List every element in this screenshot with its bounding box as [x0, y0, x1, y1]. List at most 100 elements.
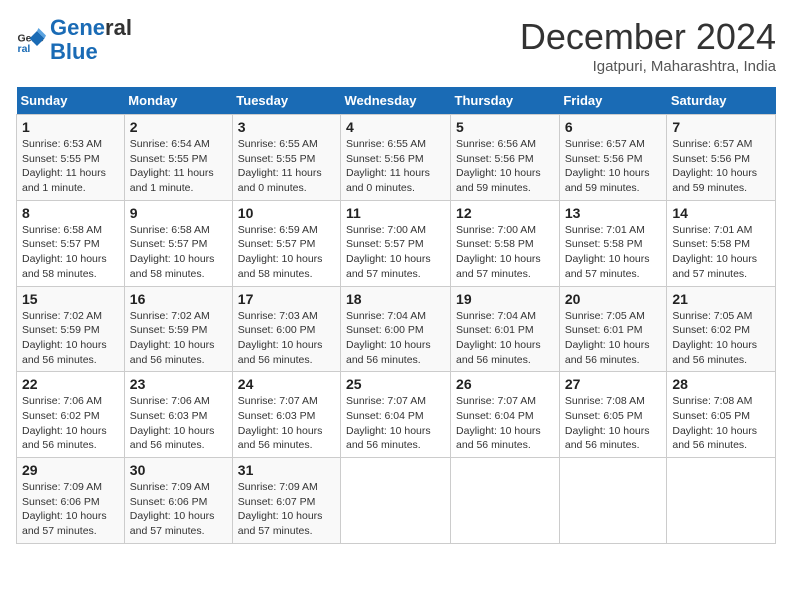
- calendar-cell: 24 Sunrise: 7:07 AMSunset: 6:03 PMDayligh…: [232, 372, 340, 458]
- day-number: 17: [238, 291, 335, 307]
- day-info: Sunrise: 7:07 AMSunset: 6:04 PMDaylight:…: [456, 394, 554, 453]
- calendar-cell: 9Sunrise: 6:58 AMSunset: 5:57 PMDaylight…: [124, 200, 232, 286]
- calendar-cell: 22 Sunrise: 7:06 AMSunset: 6:02 PMDayligh…: [17, 372, 125, 458]
- day-number: 13: [565, 205, 662, 221]
- day-number: 27: [565, 376, 662, 392]
- day-info: Sunrise: 7:08 AMSunset: 6:05 PMDaylight:…: [565, 394, 662, 453]
- calendar-cell: 18 Sunrise: 7:04 AMSunset: 6:00 PMDayligh…: [341, 286, 451, 372]
- day-info: Sunrise: 7:09 AMSunset: 6:07 PMDaylight:…: [238, 480, 335, 539]
- week-row-3: 15 Sunrise: 7:02 AMSunset: 5:59 PMDayligh…: [17, 286, 776, 372]
- day-number: 11: [346, 205, 445, 221]
- day-number: 30: [130, 462, 227, 478]
- day-number: 18: [346, 291, 445, 307]
- calendar-cell: 27 Sunrise: 7:08 AMSunset: 6:05 PMDayligh…: [559, 372, 667, 458]
- day-info: Sunrise: 7:06 AMSunset: 6:03 PMDaylight:…: [130, 394, 227, 453]
- calendar-table: SundayMondayTuesdayWednesdayThursdayFrid…: [16, 87, 776, 544]
- day-info: Sunrise: 6:57 AMSunset: 5:56 PMDaylight:…: [672, 137, 770, 196]
- day-info: Sunrise: 7:09 AMSunset: 6:06 PMDaylight:…: [22, 480, 119, 539]
- day-number: 10: [238, 205, 335, 221]
- day-number: 16: [130, 291, 227, 307]
- day-info: Sunrise: 6:57 AMSunset: 5:56 PMDaylight:…: [565, 137, 662, 196]
- day-info: Sunrise: 7:05 AMSunset: 6:02 PMDaylight:…: [672, 309, 770, 368]
- location: Igatpuri, Maharashtra, India: [520, 58, 776, 75]
- day-number: 7: [672, 119, 770, 135]
- calendar-cell: 6 Sunrise: 6:57 AMSunset: 5:56 PMDaylight…: [559, 115, 667, 201]
- svg-text:ral: ral: [18, 43, 31, 55]
- day-info: Sunrise: 7:00 AMSunset: 5:57 PMDaylight:…: [346, 223, 445, 282]
- logo-name-line2: Blue: [50, 40, 132, 64]
- day-number: 29: [22, 462, 119, 478]
- day-number: 22: [22, 376, 119, 392]
- day-number: 14: [672, 205, 770, 221]
- day-number: 5: [456, 119, 554, 135]
- calendar-cell: 11 Sunrise: 7:00 AMSunset: 5:57 PMDayligh…: [341, 200, 451, 286]
- calendar-cell: 10 Sunrise: 6:59 AMSunset: 5:57 PMDayligh…: [232, 200, 340, 286]
- calendar-cell: 30Sunrise: 7:09 AMSunset: 6:06 PMDayligh…: [124, 458, 232, 544]
- calendar-cell: 14 Sunrise: 7:01 AMSunset: 5:58 PMDayligh…: [667, 200, 776, 286]
- day-info: Sunrise: 6:58 AMSunset: 5:57 PMDaylight:…: [22, 223, 119, 282]
- calendar-cell: 20 Sunrise: 7:05 AMSunset: 6:01 PMDayligh…: [559, 286, 667, 372]
- day-info: Sunrise: 7:02 AMSunset: 5:59 PMDaylight:…: [130, 309, 227, 368]
- day-number: 4: [346, 119, 445, 135]
- header-row: SundayMondayTuesdayWednesdayThursdayFrid…: [17, 87, 776, 115]
- header-day-thursday: Thursday: [451, 87, 560, 115]
- header: Gene ral General Blue December 2024 Igat…: [16, 16, 776, 75]
- calendar-cell: [559, 458, 667, 544]
- day-number: 24: [238, 376, 335, 392]
- day-number: 8: [22, 205, 119, 221]
- calendar-cell: 21 Sunrise: 7:05 AMSunset: 6:02 PMDayligh…: [667, 286, 776, 372]
- day-number: 21: [672, 291, 770, 307]
- day-info: Sunrise: 6:55 AMSunset: 5:56 PMDaylight:…: [346, 137, 445, 196]
- day-info: Sunrise: 7:07 AMSunset: 6:03 PMDaylight:…: [238, 394, 335, 453]
- day-number: 1: [22, 119, 119, 135]
- calendar-cell: 28 Sunrise: 7:08 AMSunset: 6:05 PMDayligh…: [667, 372, 776, 458]
- title-block: December 2024 Igatpuri, Maharashtra, Ind…: [520, 16, 776, 75]
- day-info: Sunrise: 7:00 AMSunset: 5:58 PMDaylight:…: [456, 223, 554, 282]
- day-info: Sunrise: 7:03 AMSunset: 6:00 PMDaylight:…: [238, 309, 335, 368]
- day-info: Sunrise: 7:01 AMSunset: 5:58 PMDaylight:…: [565, 223, 662, 282]
- logo-name-line1: General: [50, 16, 132, 40]
- day-info: Sunrise: 7:04 AMSunset: 6:00 PMDaylight:…: [346, 309, 445, 368]
- day-info: Sunrise: 7:05 AMSunset: 6:01 PMDaylight:…: [565, 309, 662, 368]
- day-info: Sunrise: 7:04 AMSunset: 6:01 PMDaylight:…: [456, 309, 554, 368]
- day-info: Sunrise: 6:53 AMSunset: 5:55 PMDaylight:…: [22, 137, 119, 196]
- calendar-cell: [451, 458, 560, 544]
- header-day-friday: Friday: [559, 87, 667, 115]
- calendar-cell: 29 Sunrise: 7:09 AMSunset: 6:06 PMDayligh…: [17, 458, 125, 544]
- header-day-monday: Monday: [124, 87, 232, 115]
- month-title: December 2024: [520, 16, 776, 58]
- day-info: Sunrise: 7:06 AMSunset: 6:02 PMDaylight:…: [22, 394, 119, 453]
- day-info: Sunrise: 6:55 AMSunset: 5:55 PMDaylight:…: [238, 137, 335, 196]
- week-row-4: 22 Sunrise: 7:06 AMSunset: 6:02 PMDayligh…: [17, 372, 776, 458]
- day-number: 20: [565, 291, 662, 307]
- day-number: 28: [672, 376, 770, 392]
- day-info: Sunrise: 7:08 AMSunset: 6:05 PMDaylight:…: [672, 394, 770, 453]
- calendar-cell: 1 Sunrise: 6:53 AMSunset: 5:55 PMDaylight…: [17, 115, 125, 201]
- calendar-cell: 13 Sunrise: 7:01 AMSunset: 5:58 PMDayligh…: [559, 200, 667, 286]
- day-info: Sunrise: 7:01 AMSunset: 5:58 PMDaylight:…: [672, 223, 770, 282]
- day-number: 9: [130, 205, 227, 221]
- header-day-tuesday: Tuesday: [232, 87, 340, 115]
- calendar-cell: 4 Sunrise: 6:55 AMSunset: 5:56 PMDaylight…: [341, 115, 451, 201]
- day-number: 31: [238, 462, 335, 478]
- header-day-saturday: Saturday: [667, 87, 776, 115]
- day-number: 19: [456, 291, 554, 307]
- logo: Gene ral General Blue: [16, 16, 132, 64]
- calendar-cell: 3 Sunrise: 6:55 AMSunset: 5:55 PMDaylight…: [232, 115, 340, 201]
- calendar-cell: 17 Sunrise: 7:03 AMSunset: 6:00 PMDayligh…: [232, 286, 340, 372]
- calendar-cell: 26Sunrise: 7:07 AMSunset: 6:04 PMDayligh…: [451, 372, 560, 458]
- calendar-cell: 12Sunrise: 7:00 AMSunset: 5:58 PMDayligh…: [451, 200, 560, 286]
- day-info: Sunrise: 6:56 AMSunset: 5:56 PMDaylight:…: [456, 137, 554, 196]
- day-number: 23: [130, 376, 227, 392]
- day-number: 25: [346, 376, 445, 392]
- day-number: 15: [22, 291, 119, 307]
- day-number: 6: [565, 119, 662, 135]
- week-row-5: 29 Sunrise: 7:09 AMSunset: 6:06 PMDayligh…: [17, 458, 776, 544]
- header-day-sunday: Sunday: [17, 87, 125, 115]
- day-info: Sunrise: 7:07 AMSunset: 6:04 PMDaylight:…: [346, 394, 445, 453]
- day-number: 3: [238, 119, 335, 135]
- week-row-1: 1 Sunrise: 6:53 AMSunset: 5:55 PMDaylight…: [17, 115, 776, 201]
- calendar-cell: 23 Sunrise: 7:06 AMSunset: 6:03 PMDayligh…: [124, 372, 232, 458]
- day-info: Sunrise: 6:59 AMSunset: 5:57 PMDaylight:…: [238, 223, 335, 282]
- calendar-cell: 5 Sunrise: 6:56 AMSunset: 5:56 PMDaylight…: [451, 115, 560, 201]
